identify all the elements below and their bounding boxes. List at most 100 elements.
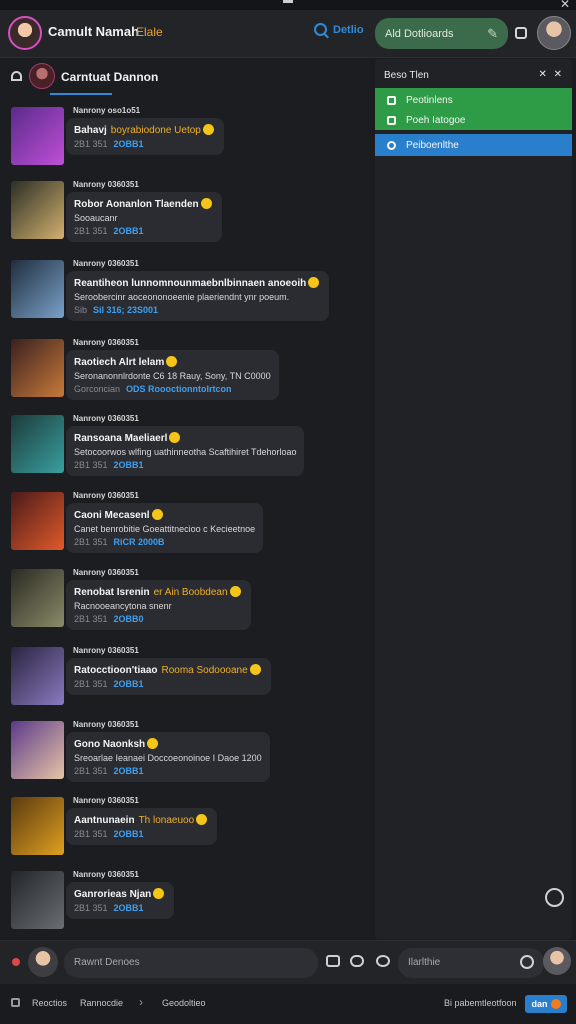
message-bubble[interactable]: Aantnunaein Th lonaeuoo 2B1 351 2OBB1 bbox=[66, 808, 218, 845]
message-thumbnail[interactable] bbox=[11, 721, 64, 779]
message-meta: Nanrony 0360351 bbox=[73, 259, 139, 268]
message-link[interactable]: 2OBB1 bbox=[114, 829, 144, 839]
message-bubble[interactable]: Ransoana Maeliaerl Setocoorwos wlfing uat… bbox=[66, 426, 305, 476]
message-body: Setocoorwos wlfing uathinneotha Scaftihi… bbox=[74, 447, 297, 457]
message-row[interactable]: Nanrony 0360351 Ransoana Maeliaerl Setocoo… bbox=[0, 414, 370, 485]
message-thumbnail[interactable] bbox=[11, 339, 64, 397]
side-title: Beso Tlen bbox=[384, 70, 429, 81]
message-row[interactable]: Nanrony 0360351 Aantnunaein Th lonaeuoo 2B1… bbox=[0, 796, 370, 867]
search-button[interactable]: Detlio bbox=[314, 23, 364, 36]
emoji-icon[interactable] bbox=[376, 955, 390, 967]
chevron-right-icon[interactable]: › bbox=[139, 995, 143, 1009]
message-thumbnail[interactable] bbox=[11, 260, 64, 318]
composer-avatar[interactable] bbox=[28, 947, 58, 977]
composer-profile-avatar[interactable] bbox=[543, 947, 571, 975]
message-meta: Nanrony 0360351 bbox=[73, 180, 139, 189]
message-thumbnail[interactable] bbox=[11, 181, 64, 239]
message-row[interactable]: Nanrony 0360351 Raotiech Alrt lelam Serona… bbox=[0, 338, 370, 409]
message-row[interactable]: Nanrony 0360351 Robor Aonanlon Tlaenden So… bbox=[0, 180, 370, 251]
message-body: Sooaucanr bbox=[74, 213, 118, 223]
message-link[interactable]: ODS Roooctionntolrtcon bbox=[126, 384, 232, 394]
compass-icon[interactable] bbox=[545, 888, 564, 907]
settings-icon[interactable] bbox=[520, 955, 534, 969]
message-bubble[interactable]: Robor Aonanlon Tlaenden Sooaucanr 2B1 351 2… bbox=[66, 192, 222, 242]
message-thumbnail[interactable] bbox=[11, 415, 64, 473]
side-panel: Beso Tlen ✕ ✕ Peotinlens Poeh Iatogoe Pe… bbox=[375, 59, 572, 939]
message-footer: Gorconcian ODS Roooctionntolrtcon bbox=[74, 384, 271, 394]
shield-icon[interactable] bbox=[515, 27, 527, 39]
message-stat: 2B1 351 bbox=[74, 829, 108, 839]
message-body: Racnooeancytona snenr bbox=[74, 601, 172, 611]
message-bubble[interactable]: Ratocctioon'tiaao Rooma Sodoooane 2B1 351 2… bbox=[66, 658, 271, 695]
message-author: Caoni Mecasenl bbox=[74, 510, 150, 521]
message-row[interactable]: Nanrony 0360351 Renobat Isrenin er Ain Boo… bbox=[0, 568, 370, 639]
side-item-active[interactable]: Peiboenlthe bbox=[375, 134, 572, 156]
message-row[interactable]: Nanrony 0360351 Reantiheon lunnomnounmaeb… bbox=[0, 259, 370, 330]
side-item-1[interactable]: Poeh Iatogoe bbox=[375, 110, 572, 130]
message-line: Gono Naonksh bbox=[74, 738, 262, 750]
header-pill-button[interactable]: Ald Dotlioards ✎ bbox=[375, 18, 508, 49]
mic-icon[interactable] bbox=[350, 955, 364, 967]
message-stat: 2B1 351 bbox=[74, 537, 108, 547]
message-link[interactable]: RiCR 2000B bbox=[114, 537, 165, 547]
side-item-label: Peotinlens bbox=[406, 94, 453, 106]
message-bubble[interactable]: Raotiech Alrt lelam Seronanonnlrdonte C6 … bbox=[66, 350, 279, 400]
message-link[interactable]: 2OBB1 bbox=[114, 139, 144, 149]
message-stat: 2B1 351 bbox=[74, 903, 108, 913]
side-item-0[interactable]: Peotinlens bbox=[375, 90, 572, 110]
message-link[interactable]: 2OBB1 bbox=[114, 766, 144, 776]
message-author: Gono Naonksh bbox=[74, 739, 146, 750]
channel-avatar[interactable] bbox=[29, 63, 55, 89]
emoji-icon bbox=[169, 432, 181, 443]
message-link[interactable]: 2OBB0 bbox=[114, 614, 144, 624]
message-bubble[interactable]: Ganrorieas Njan 2B1 351 2OBB1 bbox=[66, 882, 175, 919]
message-bubble[interactable]: Renobat Isrenin er Ain Boobdean Racnooeanc… bbox=[66, 580, 251, 630]
message-link[interactable]: 2OBB1 bbox=[114, 903, 144, 913]
message-input[interactable]: Rawnt Denoes bbox=[64, 948, 318, 978]
message-stat: Sib bbox=[74, 305, 88, 315]
message-footer: 2B1 351 2OBB1 bbox=[74, 139, 216, 149]
footer-badge-button[interactable]: dan bbox=[525, 995, 567, 1013]
emoji-icon bbox=[229, 586, 241, 597]
file-icon[interactable] bbox=[11, 998, 20, 1007]
message-row[interactable]: Nanrony 0360351 Caoni Mecasenl Canet benro… bbox=[0, 491, 370, 562]
checkbox-icon bbox=[387, 95, 396, 105]
message-meta: Nanrony 0360351 bbox=[73, 870, 139, 879]
profile-avatar[interactable] bbox=[537, 16, 571, 50]
home-icon[interactable] bbox=[11, 71, 22, 81]
message-thumbnail[interactable] bbox=[11, 492, 64, 550]
message-link[interactable]: 2OBB1 bbox=[114, 679, 144, 689]
record-icon[interactable] bbox=[12, 958, 20, 966]
footer-item-2[interactable]: Rannocdie bbox=[80, 998, 123, 1008]
message-thumbnail[interactable] bbox=[11, 107, 64, 165]
message-row[interactable]: Nanrony 0360351 Ratocctioon'tiaao Rooma So… bbox=[0, 646, 370, 717]
message-link[interactable]: 2OBB1 bbox=[114, 460, 144, 470]
user-avatar[interactable] bbox=[8, 16, 42, 50]
keyboard-icon[interactable] bbox=[326, 955, 340, 967]
radio-icon bbox=[387, 140, 396, 150]
message-link[interactable]: 2OBB1 bbox=[114, 226, 144, 236]
message-thumbnail[interactable] bbox=[11, 797, 64, 855]
side-item-label: Poeh Iatogoe bbox=[406, 114, 466, 126]
message-body: Seronanonnlrdonte C6 18 Rauy, Sony, TN C… bbox=[74, 371, 271, 381]
message-thumbnail[interactable] bbox=[11, 569, 64, 627]
message-bubble[interactable]: Caoni Mecasenl Canet benrobitie Goeattitn… bbox=[66, 503, 264, 553]
drag-handle[interactable] bbox=[283, 0, 293, 3]
message-row[interactable]: Nanrony oso1o51 Bahavj boyrabiodone Uetop 2… bbox=[0, 106, 370, 177]
message-bubble[interactable]: Reantiheon lunnomnounmaebnlbinnaen anoeo… bbox=[66, 271, 330, 321]
close-icon[interactable]: ✕ ✕ bbox=[538, 69, 564, 80]
message-link[interactable]: Sil 316; 23S001 bbox=[93, 305, 158, 315]
message-footer: 2B1 351 2OBB1 bbox=[74, 766, 262, 776]
message-thumbnail[interactable] bbox=[11, 871, 64, 929]
emoji-icon bbox=[202, 124, 214, 135]
footer-bar: Reoctios Rannocdie › Geodoltieo Bi pabem… bbox=[0, 985, 576, 1024]
message-bubble[interactable]: Bahavj boyrabiodone Uetop 2B1 351 2OBB1 bbox=[66, 118, 224, 155]
message-line: Ransoana Maeliaerl bbox=[74, 432, 296, 444]
footer-item-3[interactable]: Geodoltieo bbox=[162, 998, 206, 1008]
message-thumbnail[interactable] bbox=[11, 647, 64, 705]
message-meta: Nanrony 0360351 bbox=[73, 414, 139, 423]
message-bubble[interactable]: Gono Naonksh Sreoarlae Ieanaei Doccoeonoi… bbox=[66, 732, 270, 782]
footer-item-1[interactable]: Reoctios bbox=[32, 998, 67, 1008]
message-row[interactable]: Nanrony 0360351 Gono Naonksh Sreoarlae Iea… bbox=[0, 720, 370, 791]
message-row[interactable]: Nanrony 0360351 Ganrorieas Njan 2B1 351 2OB… bbox=[0, 870, 370, 941]
